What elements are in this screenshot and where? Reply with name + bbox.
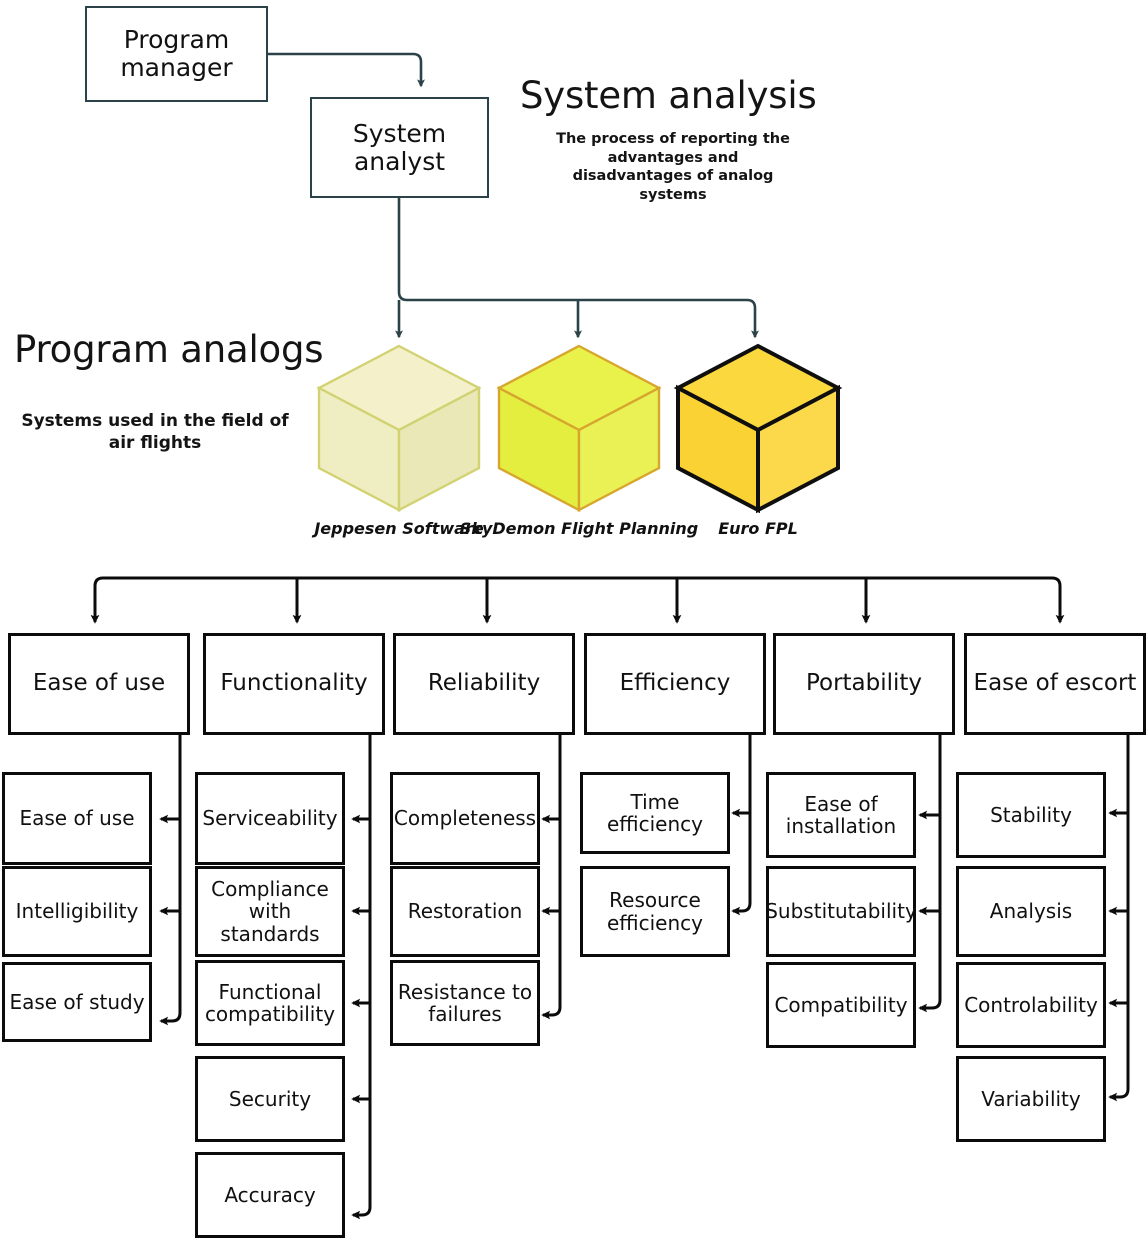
sub-box-completeness[interactable]: Completeness bbox=[390, 772, 540, 865]
cube-label-euro-fpl: Euro FPL bbox=[718, 519, 798, 538]
sub-box-serviceability[interactable]: Serviceability bbox=[195, 772, 345, 865]
sub-box-intelligibility[interactable]: Intelligibility bbox=[2, 866, 152, 957]
sub-box-compatibility[interactable]: Compatibility bbox=[766, 962, 916, 1048]
sub-box-label: Time efficiency bbox=[606, 789, 703, 836]
sub-box-resistance-to-failures[interactable]: Resistance to failures bbox=[390, 960, 540, 1046]
section-description-system-analysis: The process of reporting the advantages … bbox=[556, 131, 790, 203]
box-program-manager-label: Program manager bbox=[120, 25, 233, 82]
criteria-box-ease-of-escort[interactable]: Ease of escort bbox=[964, 633, 1146, 735]
sub-box-label: Ease of study bbox=[9, 989, 145, 1014]
sub-box-ease-of-installation[interactable]: Ease of installation bbox=[766, 772, 916, 858]
section-description-program-analogs: Systems used in the field of air flights bbox=[21, 411, 289, 454]
sub-box-controlability[interactable]: Controlability bbox=[956, 962, 1106, 1048]
sub-box-label: Intelligibility bbox=[15, 899, 139, 924]
sub-box-label: Completeness bbox=[393, 806, 537, 831]
sub-box-ease-of-use-1[interactable]: Ease of use bbox=[2, 772, 152, 865]
sub-box-label: Compliance with standards bbox=[211, 876, 329, 946]
sub-box-label: Analysis bbox=[989, 899, 1073, 924]
sub-box-label: Controlability bbox=[964, 992, 1098, 1017]
cube-skydemon-flight-planning bbox=[496, 344, 662, 512]
section-title-program-analogs: Program analogs bbox=[14, 328, 324, 371]
sub-box-compliance-with-standards[interactable]: Compliance with standards bbox=[195, 866, 345, 957]
cube-jeppesen-software bbox=[316, 344, 482, 512]
sub-box-label: Ease of installation bbox=[785, 791, 897, 838]
sub-box-time-efficiency[interactable]: Time efficiency bbox=[580, 772, 730, 854]
criteria-box-efficiency[interactable]: Efficiency bbox=[584, 633, 766, 735]
sub-box-label: Resource efficiency bbox=[606, 888, 703, 935]
sub-box-label: Substitutability bbox=[765, 899, 917, 924]
sub-box-analysis[interactable]: Analysis bbox=[956, 866, 1106, 957]
sub-box-functional-compatibility[interactable]: Functional compatibility bbox=[195, 960, 345, 1046]
sub-box-variability[interactable]: Variability bbox=[956, 1056, 1106, 1142]
criteria-label: Reliability bbox=[427, 670, 541, 697]
sub-box-label: Serviceability bbox=[202, 806, 338, 831]
sub-box-label: Functional compatibility bbox=[204, 979, 336, 1026]
sub-box-label: Ease of use bbox=[19, 806, 135, 831]
sub-box-ease-of-study[interactable]: Ease of study bbox=[2, 962, 152, 1042]
sub-box-label: Security bbox=[228, 1086, 312, 1111]
section-title-system-analysis: System analysis bbox=[520, 74, 817, 117]
diagram-canvas: Program manager System analyst System an… bbox=[0, 0, 1147, 1239]
sub-box-substitutability[interactable]: Substitutability bbox=[765, 866, 917, 957]
criteria-box-ease-of-use[interactable]: Ease of use bbox=[8, 633, 190, 735]
criteria-label: Efficiency bbox=[619, 670, 731, 697]
sub-box-resource-efficiency[interactable]: Resource efficiency bbox=[580, 866, 730, 957]
cube-euro-fpl bbox=[673, 343, 843, 514]
criteria-label: Ease of escort bbox=[973, 670, 1137, 697]
criteria-box-portability[interactable]: Portability bbox=[773, 633, 955, 735]
box-system-analyst-label: System analyst bbox=[352, 118, 447, 176]
sub-box-accuracy[interactable]: Accuracy bbox=[195, 1152, 345, 1238]
criteria-box-functionality[interactable]: Functionality bbox=[203, 633, 385, 735]
sub-box-restoration[interactable]: Restoration bbox=[390, 866, 540, 957]
box-program-manager[interactable]: Program manager bbox=[85, 6, 268, 102]
sub-box-label: Resistance to failures bbox=[397, 979, 533, 1026]
box-system-analyst[interactable]: System analyst bbox=[310, 97, 489, 198]
sub-box-stability[interactable]: Stability bbox=[956, 772, 1106, 858]
sub-box-label: Restoration bbox=[407, 899, 523, 924]
criteria-box-reliability[interactable]: Reliability bbox=[393, 633, 575, 735]
sub-box-label: Variability bbox=[981, 1086, 1081, 1111]
criteria-label: Ease of use bbox=[32, 670, 166, 697]
sub-box-label: Compatibility bbox=[774, 992, 908, 1017]
sub-box-label: Accuracy bbox=[224, 1182, 316, 1207]
sub-box-security[interactable]: Security bbox=[195, 1056, 345, 1142]
criteria-label: Portability bbox=[805, 670, 923, 697]
criteria-label: Functionality bbox=[220, 670, 368, 697]
sub-box-label: Stability bbox=[990, 802, 1072, 827]
